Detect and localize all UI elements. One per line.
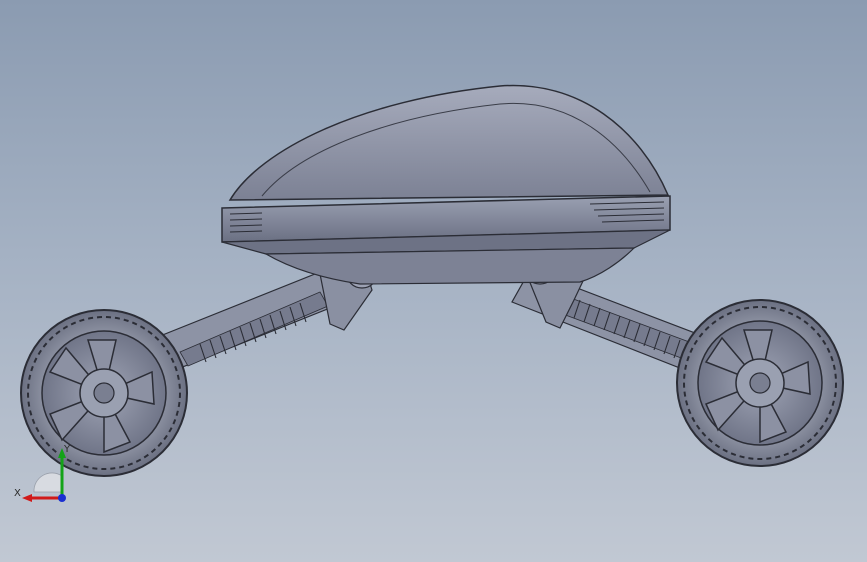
triad-icon: X Y <box>14 444 71 502</box>
right-wheel[interactable] <box>676 299 844 467</box>
robot-vehicle-model[interactable] <box>0 0 867 562</box>
triad-x-label: X <box>14 488 21 499</box>
left-leg-strut[interactable] <box>149 267 351 373</box>
triad-y-label: Y <box>63 444 71 455</box>
orientation-triad: X Y <box>14 440 74 508</box>
vehicle-body[interactable] <box>221 84 671 285</box>
cad-graphics-area[interactable] <box>0 0 867 562</box>
